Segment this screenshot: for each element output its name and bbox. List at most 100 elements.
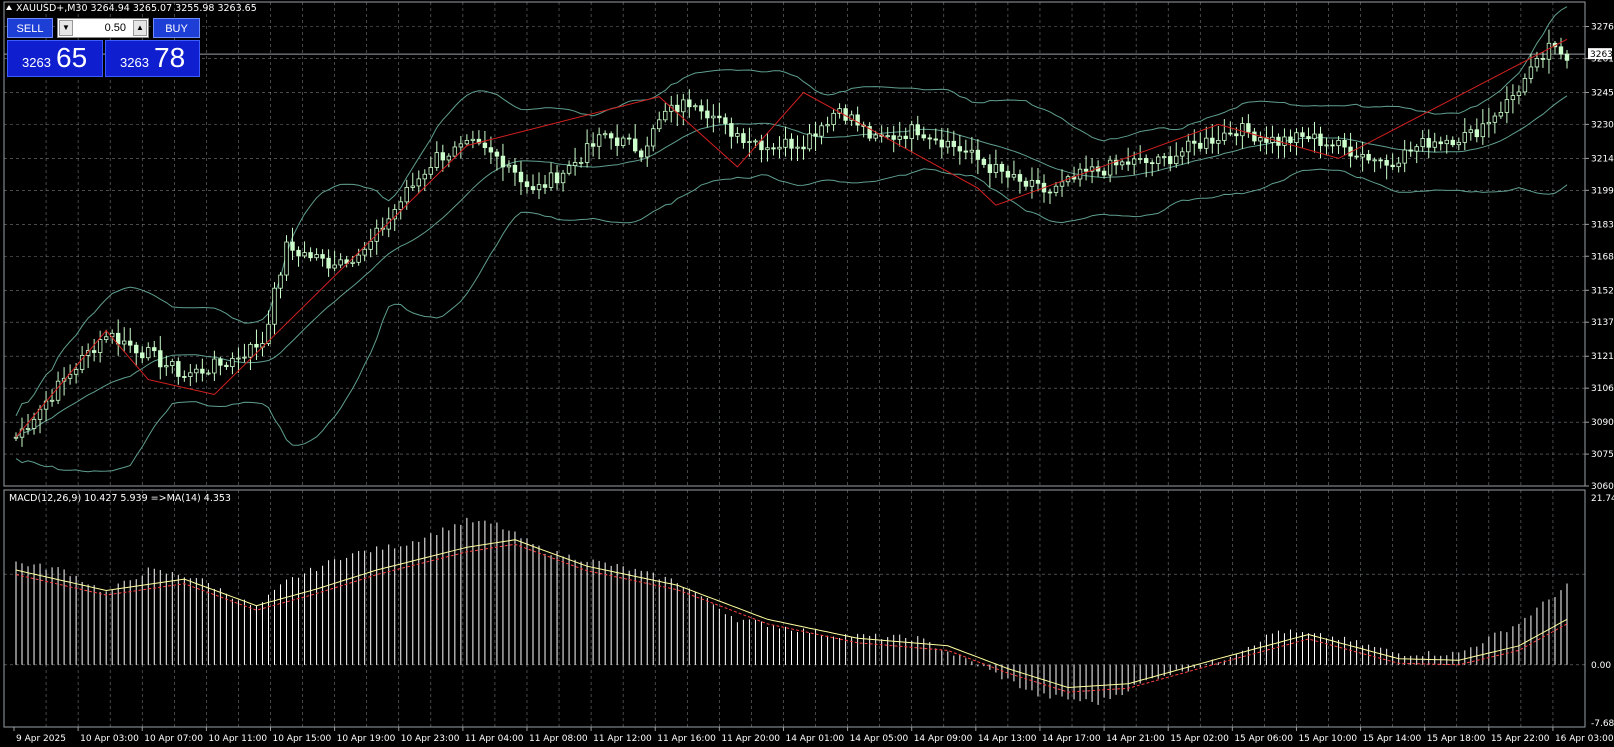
candle-body	[687, 99, 692, 108]
candle	[590, 132, 596, 157]
candle-body	[1324, 144, 1329, 147]
candle	[140, 346, 145, 364]
candle	[1240, 117, 1245, 149]
candle	[1378, 157, 1383, 169]
collapse-triangle-icon[interactable]	[6, 5, 12, 10]
candle	[813, 121, 818, 151]
candle-body	[639, 150, 644, 158]
candle-body	[1149, 162, 1155, 165]
candle	[717, 102, 722, 123]
candle-body	[1119, 161, 1125, 166]
candle-body	[452, 146, 458, 157]
candle	[278, 272, 283, 299]
candle	[1149, 159, 1155, 177]
candle-body	[981, 158, 987, 165]
candle-body	[560, 172, 566, 184]
macd-tick-label: 21.74	[1591, 494, 1614, 504]
candle	[1029, 167, 1035, 199]
candle	[1456, 137, 1461, 151]
candle-body	[368, 240, 373, 250]
candle	[1300, 126, 1305, 148]
candle	[1402, 139, 1407, 173]
candle	[1083, 155, 1089, 181]
candle	[584, 129, 590, 168]
buy-price-button[interactable]: 3263 78	[105, 40, 200, 77]
chart-canvas[interactable]: 3276326132453230321431993183316831523137…	[0, 0, 1614, 747]
candle	[566, 160, 572, 176]
candle	[771, 142, 776, 156]
candle	[783, 126, 788, 157]
chevron-up-icon[interactable]: ▲	[133, 20, 147, 36]
time-tick-label: 10 Apr 11:00	[208, 734, 267, 744]
candle-body	[651, 128, 656, 147]
candle	[1522, 73, 1528, 96]
candle	[867, 122, 872, 142]
candle-body	[1498, 112, 1504, 117]
candle	[206, 369, 211, 376]
candle-body	[1029, 179, 1035, 187]
candle-body	[416, 178, 421, 187]
candle-body	[831, 112, 836, 125]
candle-body	[1222, 132, 1227, 141]
candle	[1204, 126, 1209, 154]
candle-body	[1474, 129, 1480, 138]
candle-body	[753, 140, 758, 143]
candle	[182, 370, 187, 382]
candle	[693, 103, 698, 111]
candle-body	[903, 135, 908, 139]
buy-price-pips: 78	[154, 42, 186, 73]
candle	[170, 358, 175, 374]
candle-body	[25, 428, 31, 430]
lot-size-field[interactable]: ▼ 0.50 ▲	[57, 18, 149, 38]
candle	[518, 161, 524, 195]
candle-body	[13, 436, 19, 439]
candle	[711, 104, 716, 133]
candle	[200, 358, 205, 382]
candle-body	[584, 143, 590, 163]
candle	[1354, 142, 1359, 160]
candle-body	[1059, 181, 1065, 187]
lot-size-value[interactable]: 0.50	[105, 22, 126, 34]
time-tick-label: 15 Apr 10:00	[1298, 734, 1357, 744]
buy-button[interactable]: BUY	[153, 18, 200, 38]
candle-body	[314, 254, 319, 259]
candle	[1312, 121, 1317, 153]
candle	[614, 124, 620, 157]
candle-body	[140, 352, 145, 359]
candle-body	[1342, 139, 1347, 148]
candle	[194, 364, 199, 383]
price-tick-label: 3106	[1591, 384, 1614, 394]
price-tick-label: 3168	[1591, 252, 1614, 262]
candle-body	[446, 155, 452, 161]
sell-button[interactable]: SELL	[7, 18, 53, 38]
candle-body	[548, 172, 554, 188]
candle-body	[1131, 158, 1137, 165]
candle	[891, 125, 896, 153]
candle-body	[248, 343, 253, 358]
price-tick-label: 3075	[1591, 450, 1614, 460]
candle-body	[338, 259, 343, 266]
one-click-trading-panel: SELL ▼ 0.50 ▲ BUY 3263 65 3263 78	[7, 18, 200, 77]
candle-body	[1420, 138, 1425, 148]
candle	[1264, 126, 1269, 155]
time-tick-label: 15 Apr 22:00	[1491, 734, 1550, 744]
candle	[981, 157, 987, 168]
candle	[530, 174, 536, 194]
candle-body	[1486, 121, 1492, 125]
candle-body	[158, 350, 163, 368]
candle	[91, 338, 97, 362]
sell-price-button[interactable]: 3263 65	[7, 40, 103, 77]
candle	[903, 127, 908, 149]
candle	[663, 102, 668, 123]
candle	[368, 228, 373, 258]
candle	[1462, 118, 1468, 151]
time-tick-label: 14 Apr 13:00	[978, 734, 1037, 744]
chevron-down-icon[interactable]: ▼	[59, 20, 73, 36]
candle	[308, 247, 313, 262]
candle	[1065, 174, 1071, 187]
candle-body	[873, 134, 878, 139]
candle	[765, 133, 770, 162]
candle-body	[115, 332, 121, 345]
candle-body	[1456, 141, 1461, 146]
candle	[939, 127, 944, 159]
